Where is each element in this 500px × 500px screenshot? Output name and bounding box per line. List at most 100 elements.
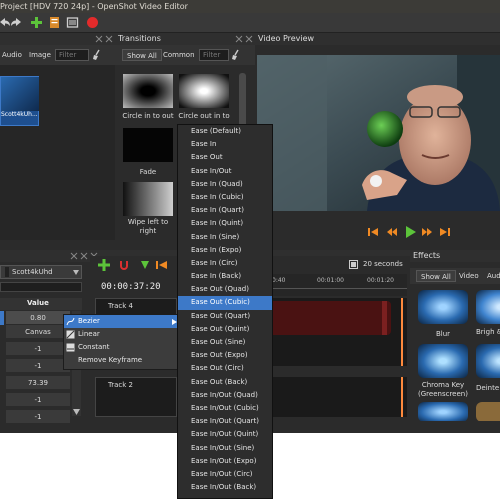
effect-item[interactable]: Blur	[416, 290, 470, 346]
float-panel-icon[interactable]	[70, 252, 78, 260]
property-value[interactable]: 73.39	[6, 376, 70, 390]
transition-item[interactable]: Circle in to out	[121, 74, 175, 122]
clear-filter-broom-icon[interactable]	[231, 49, 241, 61]
ease-option[interactable]: Ease In/Out (Quad)	[178, 389, 272, 402]
tab-show-all[interactable]: Show All	[416, 270, 456, 282]
fullscreen-icon[interactable]	[66, 16, 79, 29]
scroll-down-icon[interactable]	[73, 409, 80, 415]
jump-end-icon[interactable]	[439, 226, 451, 238]
ease-option[interactable]: Ease Out (Quad)	[178, 283, 272, 296]
track-header[interactable]: Track 2	[95, 377, 177, 417]
timecode-box: 00:00:37:20	[95, 278, 177, 296]
ease-option[interactable]: Ease In/Out (Back)	[178, 481, 272, 494]
transition-item[interactable]: Circle out in to	[177, 74, 231, 122]
effect-item[interactable]: Chroma Key (Greenscreen)	[416, 344, 470, 400]
ease-option[interactable]: Ease Out (Quart)	[178, 310, 272, 323]
ease-option[interactable]: Ease Out (Back)	[178, 376, 272, 389]
ease-option[interactable]: Ease In (Quart)	[178, 204, 272, 217]
tab-show-all[interactable]: Show All	[122, 49, 162, 61]
ease-option[interactable]: Ease In/Out (Sine)	[178, 442, 272, 455]
effect-label: Brigh & Con	[476, 328, 500, 336]
property-value[interactable]: 0.80	[6, 311, 70, 325]
ease-option[interactable]: Ease In (Back)	[178, 270, 272, 283]
close-panel-icon[interactable]	[80, 252, 88, 260]
ease-option[interactable]: Ease In (Cubic)	[178, 191, 272, 204]
import-files-icon[interactable]	[30, 16, 43, 29]
ease-option[interactable]: Ease In/Out (Expo)	[178, 455, 272, 468]
tab-common[interactable]: Common	[163, 49, 195, 61]
properties-header	[0, 250, 90, 262]
add-track-icon[interactable]	[98, 259, 110, 271]
chevron-down-icon	[73, 270, 79, 275]
ease-option[interactable]: Ease In/Out (Circ)	[178, 468, 272, 481]
property-value[interactable]: -1	[6, 410, 70, 424]
clip-edge[interactable]	[382, 301, 387, 335]
ease-option[interactable]: Ease In (Quad)	[178, 178, 272, 191]
playhead-line[interactable]	[401, 377, 403, 417]
ease-option[interactable]: Ease In	[178, 138, 272, 151]
property-value[interactable]: -1	[6, 393, 70, 407]
clip-selector-dropdown[interactable]: Scott4kUhd	[0, 265, 82, 279]
previous-marker-icon[interactable]	[156, 260, 168, 270]
tab-audio[interactable]: Aud	[487, 270, 500, 282]
add-marker-icon[interactable]	[140, 260, 150, 270]
clip-color-swatch	[5, 267, 9, 277]
property-value[interactable]: -1	[6, 359, 70, 373]
profile-icon[interactable]	[48, 16, 61, 29]
file-thumbnail-selected[interactable]: Scott4kUh...	[0, 76, 39, 126]
play-icon[interactable]	[404, 225, 417, 239]
transition-item[interactable]: Wipe left to right	[121, 182, 175, 240]
ease-option[interactable]: Ease In (Sine)	[178, 231, 272, 244]
video-frame[interactable]	[257, 55, 500, 211]
transitions-filter-input[interactable]: Filter	[199, 49, 229, 61]
ease-option[interactable]: Ease In (Quint)	[178, 217, 272, 230]
ease-option[interactable]: Ease Out (Quint)	[178, 323, 272, 336]
ease-option[interactable]: Ease In (Expo)	[178, 244, 272, 257]
property-value[interactable]: Canvas	[6, 325, 70, 339]
rewind-icon[interactable]	[386, 226, 398, 238]
playhead-line[interactable]	[401, 298, 403, 366]
transition-thumbnail	[123, 182, 173, 216]
tab-audio[interactable]: Audio	[2, 49, 22, 61]
ease-option[interactable]: Ease In/Out	[178, 165, 272, 178]
close-panel-icon[interactable]	[105, 35, 113, 43]
ease-option[interactable]: Ease In/Out (Quint)	[178, 428, 272, 441]
menu-item-label: Bezier	[78, 317, 100, 325]
clear-filter-broom-icon[interactable]	[92, 49, 102, 61]
ease-option[interactable]: Ease (Default)	[178, 125, 272, 138]
ease-option[interactable]: Ease Out (Expo)	[178, 349, 272, 362]
menu-item-bezier[interactable]: Bezier	[64, 315, 178, 328]
files-filter-input[interactable]: Filter	[55, 49, 89, 61]
export-video-icon[interactable]	[86, 16, 99, 29]
tab-image[interactable]: Image	[29, 49, 51, 61]
linear-curve-icon	[66, 330, 75, 339]
redo-icon[interactable]	[10, 16, 23, 29]
menu-item-remove-keyframe[interactable]: Remove Keyframe	[64, 354, 178, 367]
ease-option[interactable]: Ease Out	[178, 151, 272, 164]
transition-label: Fade	[139, 168, 157, 176]
ease-option[interactable]: Ease In/Out (Cubic)	[178, 402, 272, 415]
tab-video[interactable]: Video	[459, 270, 479, 282]
effect-item[interactable]: Brigh & Con	[474, 290, 500, 346]
float-panel-icon[interactable]	[95, 35, 103, 43]
snap-magnet-icon[interactable]	[118, 259, 130, 271]
menu-item-linear[interactable]: Linear	[64, 328, 178, 341]
ease-option[interactable]: Ease Out (Circ)	[178, 362, 272, 375]
ease-option[interactable]: Ease Out (Sine)	[178, 336, 272, 349]
jump-start-icon[interactable]	[367, 226, 379, 238]
effects-tabs: Show All Video Aud	[410, 268, 500, 284]
effect-label: Blur	[435, 330, 451, 338]
close-panel-icon[interactable]	[245, 35, 253, 43]
menu-item-label: Remove Keyframe	[78, 356, 143, 364]
ease-option[interactable]: Ease In/Out (Quart)	[178, 415, 272, 428]
properties-filter-input[interactable]	[0, 282, 82, 292]
transition-item[interactable]: Fade	[121, 128, 175, 176]
transition-label: Circle in to out	[122, 112, 174, 120]
property-value[interactable]: -1	[6, 342, 70, 356]
effect-item[interactable]: Deinte	[474, 344, 500, 400]
float-panel-icon[interactable]	[235, 35, 243, 43]
ease-option[interactable]: Ease Out (Cubic)	[178, 296, 272, 310]
ease-option[interactable]: Ease In (Circ)	[178, 257, 272, 270]
menu-item-constant[interactable]: Constant	[64, 341, 178, 354]
fast-forward-icon[interactable]	[421, 226, 433, 238]
